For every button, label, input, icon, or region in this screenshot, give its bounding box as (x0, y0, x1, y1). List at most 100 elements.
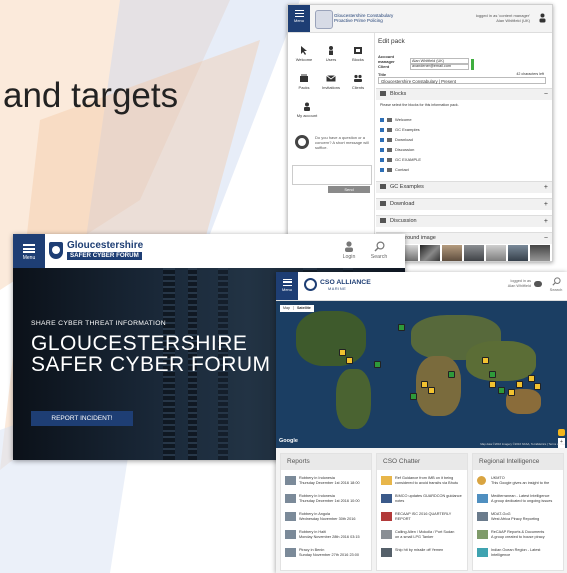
sidebar-tile-invitations[interactable]: Invitations (319, 69, 343, 95)
download-section-header[interactable]: Download + (376, 198, 552, 210)
report-incident-button[interactable]: REPORT INCIDENT! (31, 411, 133, 426)
collapse-toggle[interactable]: − (544, 89, 548, 100)
map-tab-map[interactable]: Map (280, 306, 293, 310)
admin-menu-button[interactable]: Menu (288, 5, 310, 32)
map-marker[interactable] (498, 387, 505, 394)
checkbox[interactable] (380, 117, 384, 122)
block-icon (387, 137, 392, 142)
list-item-text: Ship hit by missile off Yemen (395, 548, 465, 553)
gloucs-menu-label: Menu (22, 255, 36, 261)
blocks-icon (354, 47, 362, 54)
sidebar-tile-users[interactable]: Users (319, 41, 343, 67)
checkbox[interactable] (380, 127, 384, 132)
tile-label: Clients (351, 85, 365, 90)
admin-logged-in-line2: Alan Whitfield (UK) (496, 18, 530, 23)
cso-logo[interactable]: CSO ALLIANCE MARINE (304, 278, 371, 295)
background-thumbnail[interactable] (420, 245, 440, 261)
gloucs-logo[interactable]: Gloucestershire SAFER CYBER FORUM (49, 240, 145, 262)
list-item[interactable]: Robbery in Indonesia Thursday December 1s… (285, 476, 369, 492)
land-north-america (296, 311, 366, 366)
map-marker[interactable] (482, 357, 489, 364)
list-item[interactable]: ReCAAP Reports & Documents A group create… (477, 530, 561, 546)
map-marker[interactable] (516, 381, 523, 388)
list-item[interactable]: BIMCO updates GUARDCON guidance notes (381, 494, 465, 510)
cso-menu-button[interactable]: Menu (276, 272, 298, 300)
client-select[interactable]: avandener@email.com (410, 63, 469, 70)
checkbox[interactable] (380, 167, 384, 172)
admin-brand: Gloucestershire Constabulary Proactive P… (334, 13, 393, 23)
list-item[interactable]: UKMTO This Google gives an insight to the (477, 476, 561, 492)
checkbox[interactable] (380, 147, 384, 152)
search-icon (374, 241, 385, 252)
intel-thumbnail (477, 548, 488, 557)
map-marker[interactable] (421, 381, 428, 388)
map-marker[interactable] (428, 387, 435, 394)
checkbox[interactable] (380, 137, 384, 142)
map-marker[interactable] (489, 381, 496, 388)
map-marker[interactable] (508, 389, 515, 396)
list-item[interactable]: Indian Ocean Region - Latest Intelligence (477, 548, 561, 564)
login-button[interactable]: Login (339, 241, 359, 260)
background-thumbnail[interactable] (486, 245, 506, 261)
background-thumbnail[interactable] (442, 245, 462, 261)
list-item[interactable]: Robbery in Indonesia Thursday December 1s… (285, 494, 369, 510)
map-marker[interactable] (528, 375, 535, 382)
map-tab-satellite[interactable]: Satellite (293, 306, 314, 310)
background-thumbnail[interactable] (508, 245, 528, 261)
map-marker[interactable] (448, 371, 455, 378)
list-item[interactable]: Ref Guidance from IMB on it being conside… (381, 476, 465, 492)
sidebar-tile-welcome[interactable]: Welcome (292, 41, 316, 67)
list-item-text: Ref Guidance from IMB on it being conside… (395, 476, 465, 485)
map-marker[interactable] (339, 349, 346, 356)
map-marker[interactable] (374, 361, 381, 368)
block-label: Contact (395, 167, 409, 172)
expand-toggle[interactable]: + (544, 182, 548, 193)
block-option-discussion[interactable]: Discussion (380, 147, 414, 152)
list-item[interactable]: RECAAP ISC 2016 QUARTERLY REPORT (381, 512, 465, 528)
user-icon (329, 46, 333, 55)
sidebar-tile-clients[interactable]: Clients (346, 69, 370, 95)
block-option-contact[interactable]: Contact (380, 167, 409, 172)
discussion-section-header[interactable]: Discussion + (376, 215, 552, 227)
title-input[interactable]: Gloucestershire Constabulary | Present (378, 77, 546, 84)
intel-thumbnail (477, 494, 488, 503)
user-icon[interactable] (539, 13, 546, 23)
block-option-gc-example[interactable]: GC EXAMPLE (380, 157, 421, 162)
sidebar-tile-my-account[interactable]: My account (292, 97, 322, 123)
sidebar-tile-packs[interactable]: Packs (292, 69, 316, 95)
list-item-date: Sunday November 27th 2016 23:00 (299, 552, 359, 557)
list-item[interactable]: Robbery in Angola Wednesday November 30th… (285, 512, 369, 528)
gloucs-menu-button[interactable]: Menu (13, 234, 45, 268)
list-item[interactable]: Robbery in Haiti Monday November 28th 201… (285, 530, 369, 546)
expand-toggle[interactable]: + (544, 199, 548, 210)
block-option-welcome[interactable]: Welcome (380, 117, 412, 122)
cso-search-button[interactable]: Search (548, 277, 564, 292)
map-marker[interactable] (534, 383, 541, 390)
street-view-pegman-icon[interactable] (558, 429, 565, 436)
background-thumbnail[interactable] (530, 245, 550, 261)
background-thumbnail[interactable] (464, 245, 484, 261)
list-item[interactable]: Ship hit by missile off Yemen (381, 548, 465, 564)
blocks-section-header[interactable]: Blocks − (376, 88, 552, 100)
map-marker[interactable] (346, 357, 353, 364)
expand-toggle[interactable]: + (544, 216, 548, 227)
tile-label: Invitations (321, 85, 340, 90)
sidebar-tile-blocks[interactable]: Blocks (346, 41, 370, 67)
checkbox[interactable] (380, 157, 384, 162)
search-button[interactable]: Search (368, 241, 390, 260)
map-marker[interactable] (489, 371, 496, 378)
list-item[interactable]: Mediterranean - Latest Intelligence A gro… (477, 494, 561, 510)
message-textarea[interactable] (292, 165, 372, 185)
map-marker[interactable] (398, 324, 405, 331)
block-option-download[interactable]: Download (380, 137, 413, 142)
avatar[interactable] (534, 281, 542, 287)
list-item[interactable]: Piracy in Benin Sunday November 27th 2016… (285, 548, 369, 564)
gc-examples-section-header[interactable]: GC Examples + (376, 181, 552, 193)
list-item[interactable]: Calling Allen / Mokolla / Port Sudan on a… (381, 530, 465, 546)
map-marker[interactable] (410, 393, 417, 400)
block-option-gc-examples[interactable]: GC Examples (380, 127, 420, 132)
send-button[interactable]: Send (328, 186, 370, 193)
world-map[interactable]: MapSatellite +− Google Map data ©2016 Im… (276, 301, 567, 448)
list-item[interactable]: MDAT-GoG West Africa Piracy Reporting (477, 512, 561, 528)
collapse-toggle[interactable]: − (544, 233, 548, 244)
